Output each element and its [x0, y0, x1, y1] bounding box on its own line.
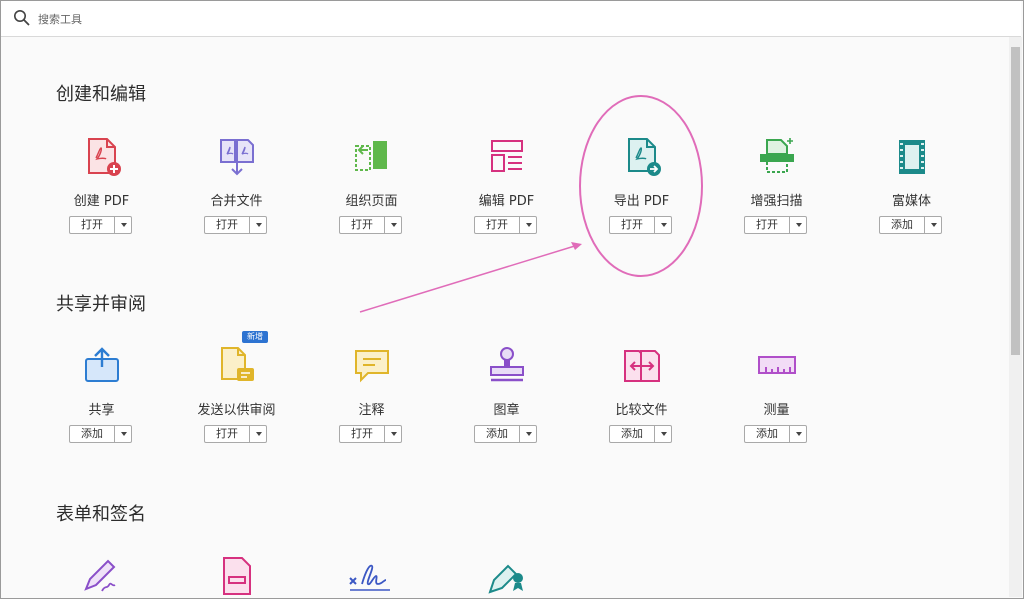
tool-label: 增强扫描	[750, 194, 803, 209]
tool-label: 发送以供审阅	[197, 403, 276, 418]
section-title-share-review: 共享并审阅	[56, 294, 146, 315]
scrollbar-thumb[interactable]	[1011, 47, 1020, 355]
measure-icon	[758, 356, 796, 374]
open-button[interactable]: 打开	[340, 426, 385, 442]
add-button[interactable]: 添加	[70, 426, 115, 442]
tool-button: 打开	[204, 216, 267, 234]
chevron-down-icon[interactable]	[925, 217, 941, 233]
comment-icon	[355, 350, 389, 383]
tool-button: 打开	[69, 216, 132, 234]
send-review-icon	[221, 347, 254, 381]
open-button[interactable]: 打开	[340, 217, 385, 233]
tool-button: 添加	[609, 425, 672, 443]
chevron-down-icon[interactable]	[250, 426, 266, 442]
tool-button: 打开	[474, 216, 537, 234]
open-button[interactable]: 打开	[70, 217, 115, 233]
combine-files-icon	[220, 139, 254, 176]
chevron-down-icon[interactable]	[790, 217, 806, 233]
tool-label: 共享	[88, 403, 115, 418]
tool-button: 打开	[339, 425, 402, 443]
open-button[interactable]: 打开	[610, 217, 655, 233]
tools-window	[0, 0, 1024, 599]
prepare-form-icon[interactable]	[216, 555, 258, 595]
certificates-sign-icon[interactable]	[348, 560, 392, 594]
tool-label: 合并文件	[210, 194, 263, 209]
add-button[interactable]: 添加	[475, 426, 520, 442]
tool-label: 创建 PDF	[73, 194, 130, 209]
chevron-down-icon[interactable]	[115, 217, 131, 233]
add-button[interactable]: 添加	[745, 426, 790, 442]
export-pdf-icon	[628, 138, 661, 176]
tool-button: 打开	[744, 216, 807, 234]
tool-label: 富媒体	[891, 194, 931, 209]
enhance-scan-icon	[760, 138, 794, 173]
chevron-down-icon[interactable]	[655, 426, 671, 442]
chevron-down-icon[interactable]	[385, 426, 401, 442]
chevron-down-icon[interactable]	[520, 426, 536, 442]
chevron-down-icon[interactable]	[790, 426, 806, 442]
search-input[interactable]	[38, 10, 438, 28]
tool-button: 打开	[204, 425, 267, 443]
add-button[interactable]: 添加	[880, 217, 925, 233]
tool-label: 注释	[358, 403, 385, 418]
search-icon	[14, 10, 30, 26]
open-button[interactable]: 打开	[745, 217, 790, 233]
tool-button: 添加	[69, 425, 132, 443]
tool-label: 比较文件	[615, 403, 668, 418]
chevron-down-icon[interactable]	[250, 217, 266, 233]
tool-label: 测量	[763, 403, 790, 418]
stamp-icon	[490, 347, 524, 382]
compare-files-icon	[624, 350, 660, 382]
create-pdf-icon	[88, 138, 121, 176]
new-badge: 新增	[242, 331, 268, 343]
open-button[interactable]: 打开	[205, 426, 250, 442]
chevron-down-icon[interactable]	[385, 217, 401, 233]
open-button[interactable]: 打开	[205, 217, 250, 233]
open-button[interactable]: 打开	[475, 217, 520, 233]
tool-button: 添加	[744, 425, 807, 443]
add-button[interactable]: 添加	[610, 426, 655, 442]
tool-label: 图章	[493, 403, 520, 418]
rich-media-icon	[899, 140, 925, 174]
tool-button: 打开	[339, 216, 402, 234]
tool-label: 导出 PDF	[613, 194, 670, 209]
tool-label: 编辑 PDF	[478, 194, 535, 209]
chevron-down-icon[interactable]	[655, 217, 671, 233]
edit-pdf-icon	[491, 140, 523, 172]
fill-sign-icon[interactable]	[80, 555, 122, 595]
chevron-down-icon[interactable]	[520, 217, 536, 233]
tool-label: 组织页面	[345, 194, 398, 209]
organize-pages-icon	[355, 141, 387, 171]
tool-button: 添加	[879, 216, 942, 234]
tool-button: 打开	[609, 216, 672, 234]
share-icon	[85, 347, 119, 382]
search-bar	[1, 1, 1021, 37]
certificates-icon[interactable]	[486, 556, 528, 596]
section-title-forms-sign: 表单和签名	[56, 504, 146, 525]
chevron-down-icon[interactable]	[115, 426, 131, 442]
vertical-scrollbar[interactable]	[1009, 37, 1022, 597]
section-title-create-edit: 创建和编辑	[56, 84, 146, 105]
tool-button: 添加	[474, 425, 537, 443]
